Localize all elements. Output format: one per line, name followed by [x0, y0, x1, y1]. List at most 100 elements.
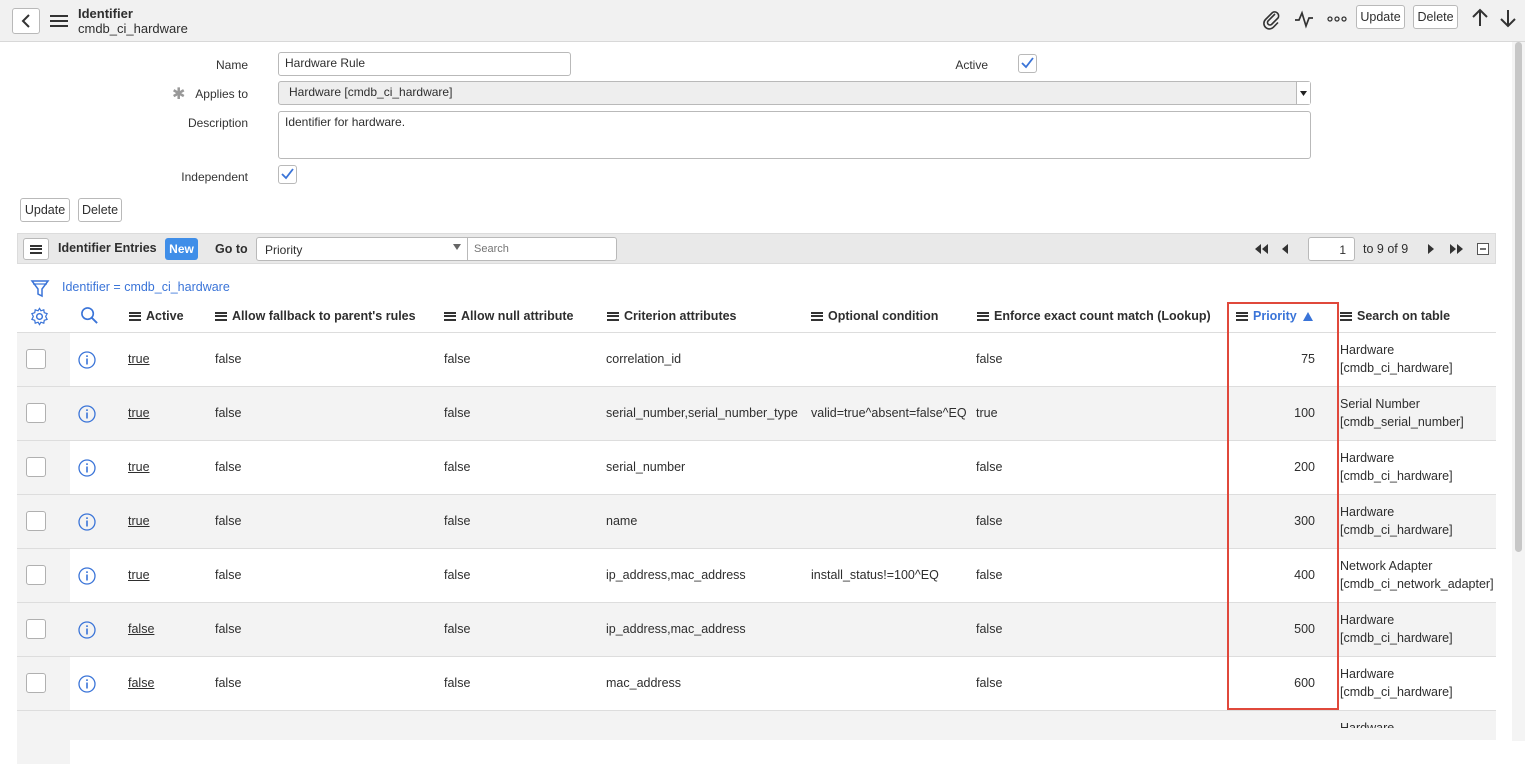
independent-label: Independent: [181, 170, 248, 184]
back-button[interactable]: [12, 8, 40, 34]
active-checkbox[interactable]: [1018, 54, 1037, 73]
column-header-active[interactable]: Active: [129, 309, 184, 323]
row-checkbox[interactable]: [26, 457, 46, 477]
independent-checkbox[interactable]: [278, 165, 297, 184]
header-delete-button[interactable]: Delete: [1413, 5, 1458, 29]
mandatory-icon: ✱: [172, 86, 186, 103]
menu-icon[interactable]: [50, 15, 68, 27]
collapse-icon[interactable]: [1477, 243, 1489, 255]
cell-search-table-code: [cmdb_ci_hardware]: [1340, 523, 1453, 537]
filter-breadcrumb[interactable]: Identifier = cmdb_ci_hardware: [62, 280, 230, 294]
row-checkbox[interactable]: [26, 673, 46, 693]
goto-select[interactable]: Priority: [256, 237, 468, 261]
cell-search-table: Hardware: [1340, 451, 1395, 465]
cell-active[interactable]: false: [128, 622, 154, 636]
search-input[interactable]: [467, 237, 617, 261]
back-icon: [21, 14, 30, 28]
info-icon[interactable]: [78, 405, 96, 423]
column-header-optional-condition[interactable]: Optional condition: [811, 309, 938, 323]
arrow-down-icon[interactable]: [1497, 7, 1519, 29]
row-checkbox[interactable]: [26, 349, 46, 369]
cell-active[interactable]: false: [128, 676, 154, 690]
description-field[interactable]: Identifier for hardware.: [278, 111, 1311, 159]
row-checkbox[interactable]: [26, 565, 46, 585]
first-page-icon[interactable]: [1253, 243, 1269, 255]
cell-null-attr: false: [444, 460, 471, 474]
scrollbar-thumb[interactable]: [1515, 42, 1522, 552]
cell-fallback: false: [215, 352, 242, 366]
cell-active[interactable]: true: [128, 352, 150, 366]
cell-null-attr: false: [444, 676, 471, 690]
column-header-null-attribute[interactable]: Allow null attribute: [444, 309, 574, 323]
cell-fallback: false: [215, 676, 242, 690]
form-delete-button[interactable]: Delete: [78, 198, 122, 222]
page-title: Identifier: [78, 6, 133, 21]
cell-active[interactable]: true: [128, 406, 150, 420]
form-header: Identifier cmdb_ci_hardware Update Delet…: [0, 0, 1525, 42]
activity-icon[interactable]: [1293, 8, 1315, 30]
paperclip-icon[interactable]: [1260, 8, 1282, 30]
info-icon[interactable]: [78, 351, 96, 369]
cell-search-table-code: [cmdb_ci_hardware]: [1340, 685, 1453, 699]
cell-active[interactable]: true: [128, 460, 150, 474]
info-icon[interactable]: [78, 513, 96, 531]
related-list-header: Identifier Entries New Go to Priority 1 …: [17, 233, 1496, 264]
column-header-search-on-table[interactable]: Search on table: [1340, 309, 1450, 323]
info-icon[interactable]: [78, 621, 96, 639]
cell-fallback: false: [215, 460, 242, 474]
cell-criterion: serial_number: [606, 460, 686, 474]
cell-search-table-code: [cmdb_ci_hardware]: [1340, 631, 1453, 645]
row-checkbox[interactable]: [26, 403, 46, 423]
cell-active[interactable]: true: [128, 568, 150, 582]
last-page-icon[interactable]: [1449, 243, 1465, 255]
cell-fallback: false: [215, 514, 242, 528]
name-label: Name: [215, 58, 248, 72]
dropdown-icon: [1296, 82, 1310, 104]
goto-label: Go to: [215, 242, 248, 256]
info-icon[interactable]: [78, 459, 96, 477]
cell-active[interactable]: true: [128, 514, 150, 528]
cell-search-table-code: [cmdb_ci_hardware]: [1340, 469, 1453, 483]
info-icon[interactable]: [78, 675, 96, 693]
page-input[interactable]: 1: [1308, 237, 1355, 261]
column-header-criterion[interactable]: Criterion attributes: [607, 309, 737, 323]
cell-search-table: Hardware: [1340, 505, 1395, 519]
column-header-fallback[interactable]: Allow fallback to parent's rules: [215, 309, 416, 323]
cell-enforce: false: [976, 514, 1003, 528]
cell-search-table: Hardware: [1340, 343, 1395, 357]
cell-criterion: serial_number,serial_number_type: [606, 406, 798, 420]
list-title: Identifier Entries: [58, 241, 157, 255]
cell-search-table: Network Adapter: [1340, 559, 1433, 573]
page-subtitle: cmdb_ci_hardware: [78, 21, 188, 36]
info-icon[interactable]: [78, 567, 96, 585]
arrow-up-icon[interactable]: [1469, 7, 1491, 29]
row-checkbox[interactable]: [26, 619, 46, 639]
applies-to-select[interactable]: Hardware [cmdb_ci_hardware]: [278, 81, 1311, 105]
cell-search-table-code: [cmdb_serial_number]: [1340, 415, 1464, 429]
cell-fallback: false: [215, 622, 242, 636]
column-header-enforce[interactable]: Enforce exact count match (Lookup): [977, 309, 1211, 323]
table-row[interactable]: Hardware: [17, 710, 1496, 764]
list-menu-button[interactable]: [23, 238, 49, 260]
cell-fallback: false: [215, 568, 242, 582]
filter-icon[interactable]: [30, 279, 50, 299]
row-checkbox[interactable]: [26, 511, 46, 531]
cell-criterion: ip_address,mac_address: [606, 622, 746, 636]
name-field[interactable]: Hardware Rule: [278, 52, 571, 76]
more-icon[interactable]: [1326, 8, 1348, 30]
new-button[interactable]: New: [165, 238, 198, 260]
cell-fallback: false: [215, 406, 242, 420]
header-update-button[interactable]: Update: [1356, 5, 1405, 29]
cell-criterion: correlation_id: [606, 352, 682, 366]
next-page-icon[interactable]: [1426, 243, 1436, 255]
cell-enforce: false: [976, 352, 1003, 366]
search-icon[interactable]: [80, 306, 99, 325]
cell-null-attr: false: [444, 568, 471, 582]
cell-search-table: Hardware: [1340, 667, 1395, 681]
prev-page-icon[interactable]: [1280, 243, 1290, 255]
form-update-button[interactable]: Update: [20, 198, 70, 222]
scrollbar-track[interactable]: [1512, 42, 1525, 741]
cell-null-attr: false: [444, 622, 471, 636]
gear-icon[interactable]: [30, 307, 49, 326]
applies-to-label: ✱ Applies to: [172, 86, 248, 103]
